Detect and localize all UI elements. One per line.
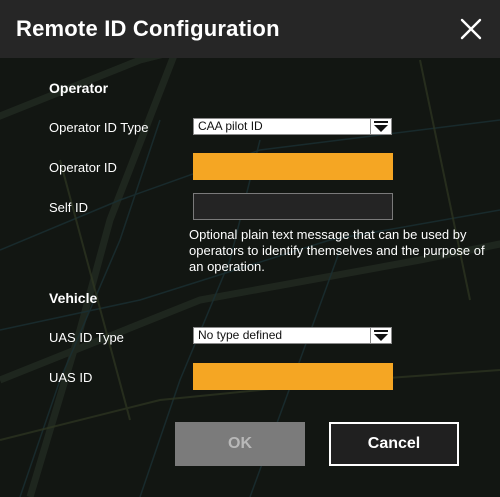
combo-separator [370,328,371,343]
uas-id-field[interactable] [193,363,393,390]
operator-id-field[interactable] [193,153,393,180]
self-id-field[interactable] [193,193,393,220]
dropdown-arrow-icon [372,329,390,342]
uas-id-type-select[interactable]: No type defined [193,327,392,344]
operator-id-label: Operator ID [49,160,117,175]
dialog-title-bar: Remote ID Configuration [0,0,500,58]
operator-id-type-select[interactable]: CAA pilot ID [193,118,392,135]
dropdown-arrow-icon [372,120,390,133]
uas-id-type-label: UAS ID Type [49,330,124,345]
cancel-button[interactable]: Cancel [329,422,459,466]
operator-id-type-label: Operator ID Type [49,120,149,135]
uas-id-type-value: No type defined [198,328,283,342]
self-id-help-text: Optional plain text message that can be … [189,227,485,274]
operator-id-type-value: CAA pilot ID [198,119,263,133]
self-id-label: Self ID [49,200,89,215]
ok-button[interactable]: OK [175,422,305,466]
vehicle-section-heading: Vehicle [49,290,98,306]
close-icon[interactable] [456,14,486,44]
uas-id-label: UAS ID [49,370,93,385]
combo-separator [370,119,371,134]
operator-section-heading: Operator [49,80,109,96]
dialog-title: Remote ID Configuration [16,16,280,41]
